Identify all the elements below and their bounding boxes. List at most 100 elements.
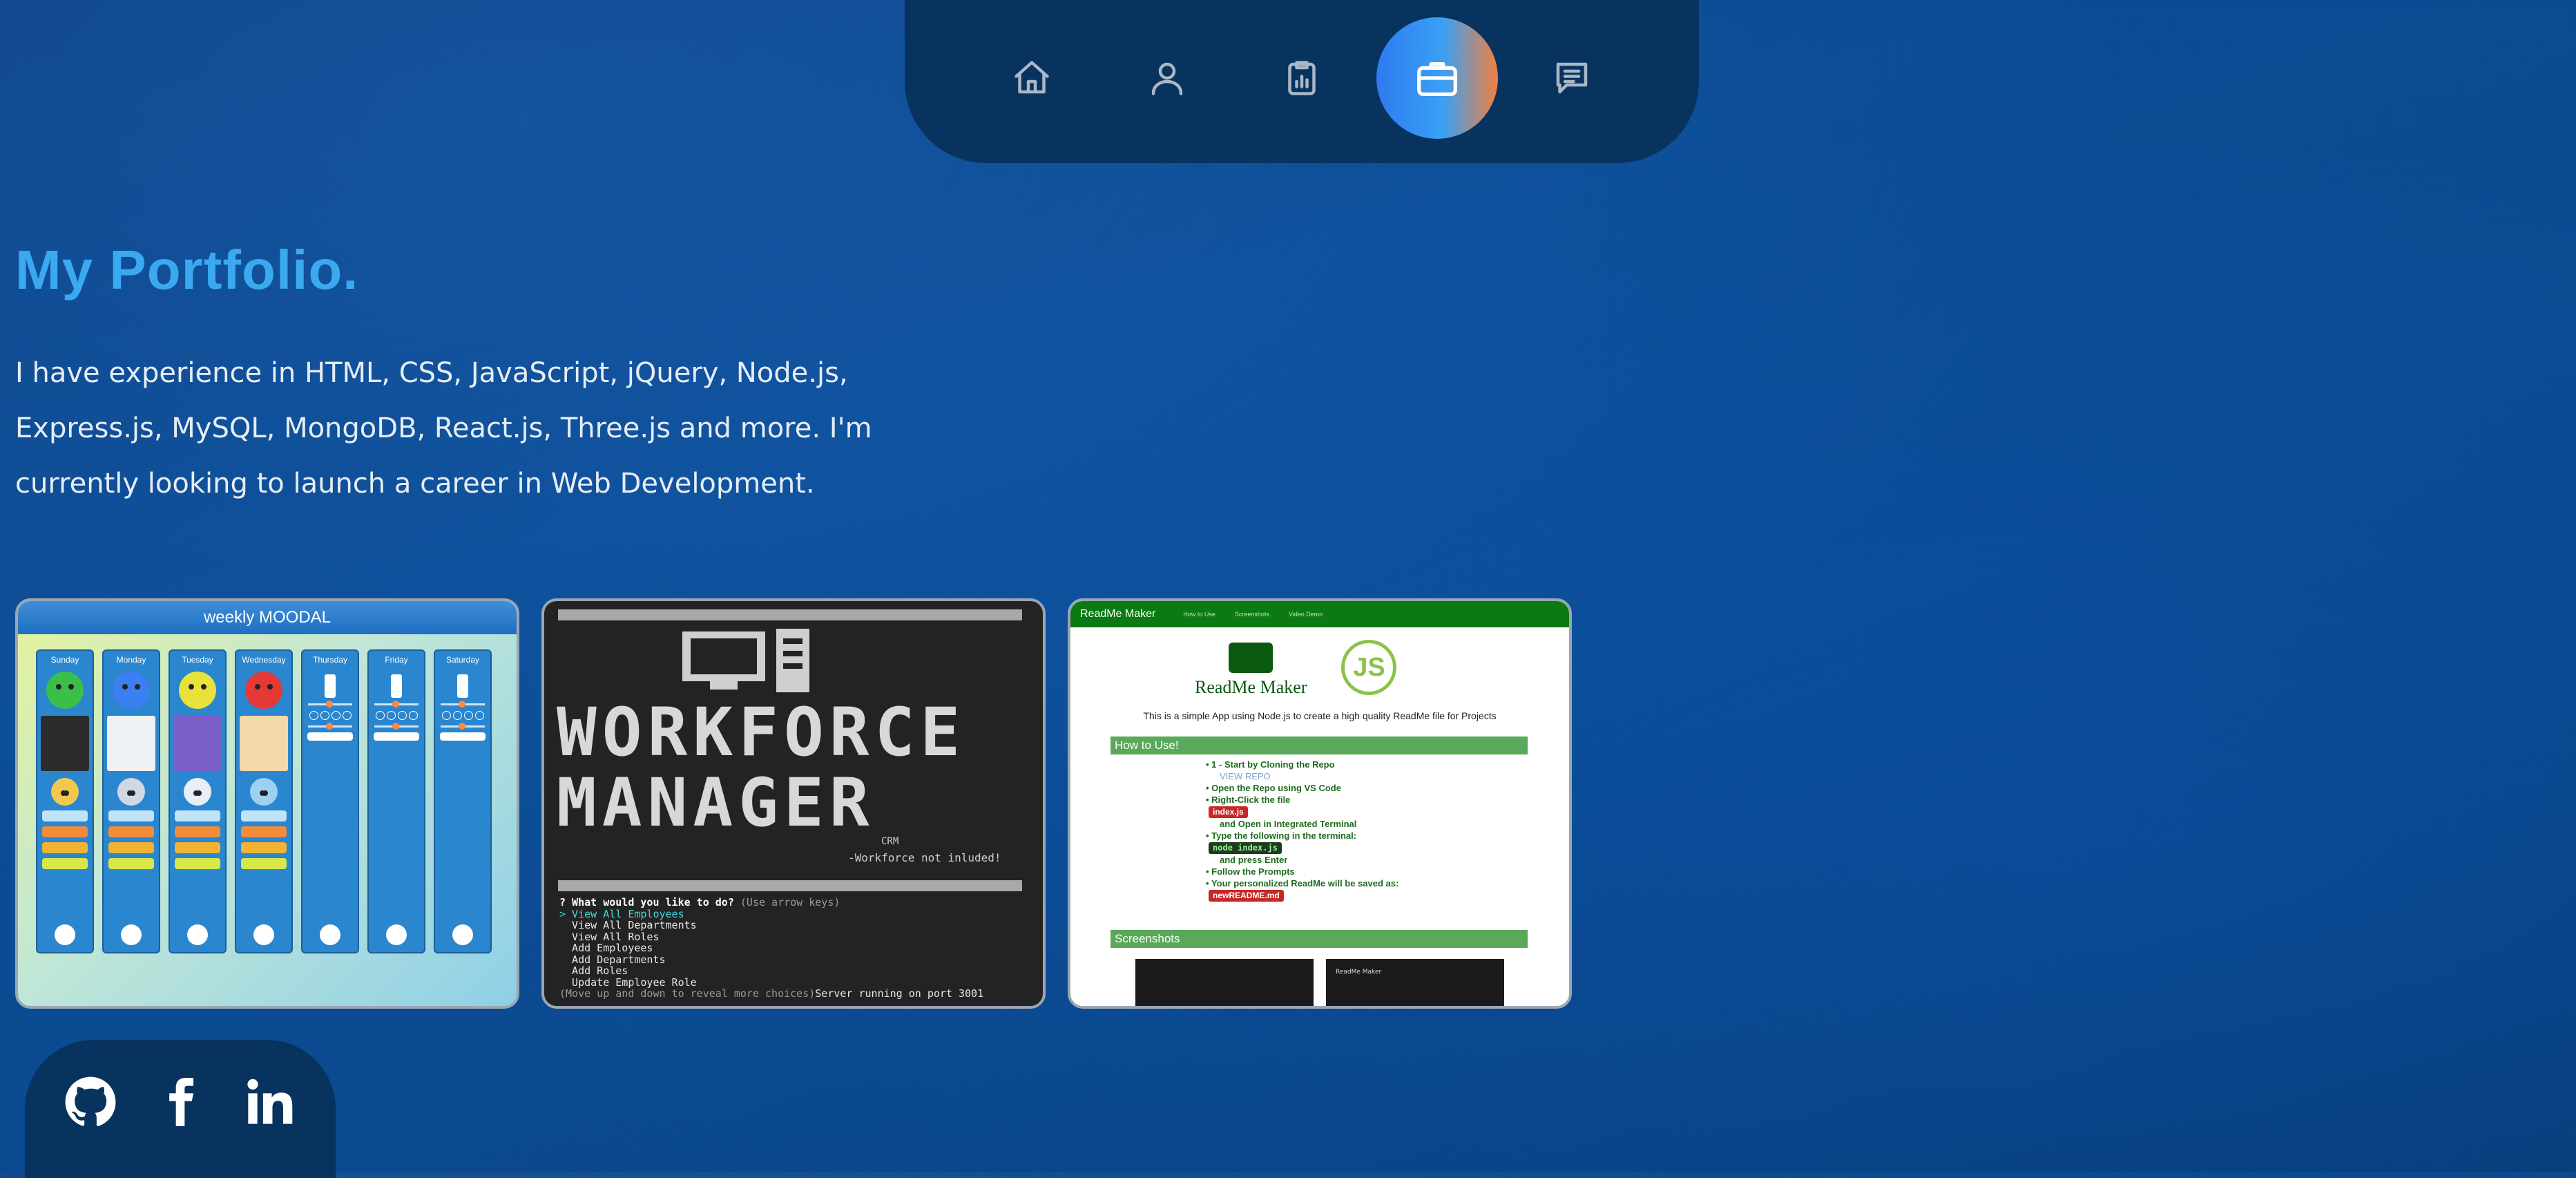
nav-about-button[interactable]	[1106, 17, 1228, 139]
moodal-pill	[241, 810, 287, 821]
moodal-image	[107, 716, 155, 771]
mood-options[interactable]	[375, 711, 418, 720]
mood-options[interactable]	[309, 711, 352, 720]
readme-header-link[interactable]: How to Use	[1183, 601, 1215, 627]
mood-options[interactable]	[441, 711, 484, 720]
workforce-note: -Workforce not inluded!	[848, 851, 1001, 864]
moodal-days: Sunday Monday Tuesday Wednesday Thursday…	[18, 634, 517, 953]
water-bottle-icon	[457, 674, 468, 698]
readme-step-detail: and Open in Integrated Terminal	[1220, 819, 1357, 829]
energy-slider[interactable]	[374, 723, 419, 730]
nodejs-logo-icon: JS	[1341, 640, 1397, 695]
moodal-header: weekly MOODAL	[18, 601, 517, 634]
nav-portfolio-button[interactable]	[1376, 17, 1498, 139]
stress-slider[interactable]	[374, 701, 419, 707]
stress-slider[interactable]	[441, 701, 485, 707]
workforce-crm-label: CRM	[881, 836, 899, 847]
terminal-option: Add Departments	[559, 953, 666, 966]
moodal-day-card: Friday	[367, 649, 425, 953]
project-card-workforce-manager[interactable]: WORKFORCE MANAGER CRM -Workforce not inl…	[541, 598, 1046, 1009]
moodal-image	[240, 716, 288, 771]
top-navigation	[905, 0, 1699, 163]
readme-code-index: index.js	[1209, 806, 1248, 818]
edit-icon[interactable]	[55, 924, 75, 945]
sleep-select[interactable]	[307, 732, 353, 741]
workforce-title-line2: MANAGER	[557, 764, 875, 842]
terminal-option: Add Employees	[559, 942, 653, 954]
moodal-day-name: Friday	[385, 655, 408, 665]
energy-slider[interactable]	[308, 723, 352, 730]
terminal-option-selected: > View All Employees	[559, 907, 684, 920]
github-icon	[65, 1076, 116, 1126]
edit-icon[interactable]	[386, 924, 407, 945]
edit-icon[interactable]	[253, 924, 274, 945]
stress-slider[interactable]	[308, 701, 352, 707]
readme-header-link[interactable]: Video Demo	[1289, 601, 1323, 627]
readme-brand-name: ReadMe Maker	[1195, 677, 1307, 697]
moodal-pill	[175, 842, 220, 853]
workforce-title-line1: WORKFORCE	[557, 694, 966, 771]
computer-icon	[682, 629, 809, 692]
terminal-prompt-hint: (Use arrow keys)	[740, 896, 840, 909]
terminal-output: ? What would you like to do? (Use arrow …	[559, 897, 983, 1000]
snow-icon	[250, 778, 278, 806]
water-bottle-icon	[325, 674, 336, 698]
readme-tagline: This is a simple App using Node.js to cr…	[1143, 710, 1497, 721]
edit-icon[interactable]	[121, 924, 142, 945]
user-icon	[1151, 62, 1182, 95]
readme-header-link[interactable]: Screenshots	[1235, 601, 1269, 627]
moodal-day-name: Wednesday	[242, 655, 286, 665]
nav-home-button[interactable]	[971, 17, 1093, 139]
energy-slider[interactable]	[441, 723, 485, 730]
readme-screenshot: ReadMe Maker	[1326, 959, 1504, 1006]
book-icon	[1229, 643, 1273, 673]
readme-screenshot-title: ReadMe Maker	[1336, 969, 1382, 976]
facebook-link[interactable]	[153, 1074, 208, 1130]
sun-icon	[51, 778, 79, 806]
moodal-pill	[42, 810, 88, 821]
clipboard-chart-icon	[1288, 61, 1316, 95]
github-link[interactable]	[63, 1074, 118, 1130]
terminal-bar	[558, 880, 1022, 891]
portfolio-description: I have experience in HTML, CSS, JavaScri…	[15, 357, 872, 500]
readme-header-title: ReadMe Maker	[1080, 608, 1156, 620]
moodal-day-name: Saturday	[445, 655, 480, 665]
nav-skills-button[interactable]	[1241, 17, 1363, 139]
page-title: My Portfolio.	[15, 239, 359, 301]
readme-view-repo-link[interactable]: VIEW REPO	[1206, 770, 1398, 782]
sleep-select[interactable]	[374, 732, 419, 741]
moodal-pill	[108, 826, 154, 837]
water-bottle-icon	[391, 674, 402, 698]
sleep-select[interactable]	[440, 732, 486, 741]
moodal-day-card: Tuesday	[169, 649, 227, 953]
moodal-pill	[42, 842, 88, 853]
edit-icon[interactable]	[452, 924, 473, 945]
readme-code-command: node index.js	[1209, 842, 1282, 854]
readme-step: Type the following in the terminal:	[1206, 830, 1398, 842]
facebook-icon	[169, 1078, 193, 1126]
moodal-day-name: Thursday	[312, 655, 348, 665]
moodal-pill	[42, 858, 88, 869]
terminal-footer-hint: (Move up and down to reveal more choices…	[559, 987, 816, 1000]
mood-emoji-icon	[179, 672, 216, 709]
project-card-readme-maker[interactable]: ReadMe Maker How to Use Screenshots Vide…	[1068, 598, 1572, 1009]
edit-icon[interactable]	[320, 924, 340, 945]
moodal-day-name: Sunday	[50, 655, 79, 665]
moodal-day-card: Wednesday	[235, 649, 293, 953]
edit-icon[interactable]	[187, 924, 208, 945]
nav-contact-button[interactable]	[1511, 17, 1633, 139]
moodal-pill	[241, 826, 287, 837]
moodal-pill	[108, 842, 154, 853]
readme-logo-row: ReadMe Maker JS	[1195, 640, 1397, 698]
cloud-icon	[117, 778, 145, 806]
moodal-day-card: Sunday	[36, 649, 94, 953]
chat-icon	[1556, 62, 1588, 94]
moodal-day-card: Thursday	[301, 649, 359, 953]
readme-step: Follow the Prompts	[1206, 866, 1398, 877]
terminal-option: Update Employee Role	[559, 976, 697, 989]
project-card-moodal[interactable]: weekly MOODAL Sunday Monday Tuesday Wedn…	[15, 598, 519, 1009]
readme-header: ReadMe Maker How to Use Screenshots Vide…	[1070, 601, 1569, 627]
moodal-pill	[108, 858, 154, 869]
moodal-pill	[175, 826, 220, 837]
linkedin-link[interactable]	[242, 1074, 298, 1130]
